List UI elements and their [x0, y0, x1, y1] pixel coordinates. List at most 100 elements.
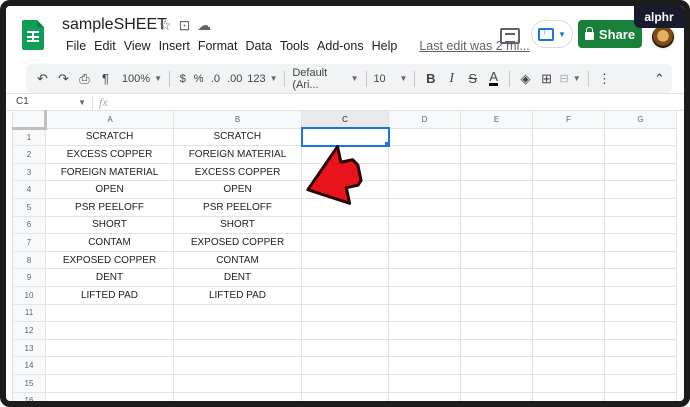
cell-c14[interactable]: [301, 356, 389, 375]
cell-d14[interactable]: [388, 356, 461, 375]
cell-e1[interactable]: [460, 127, 533, 147]
cell-d15[interactable]: [388, 373, 461, 393]
row-header[interactable]: 3: [12, 162, 46, 182]
sheets-logo-icon[interactable]: [22, 20, 44, 50]
more-options-icon[interactable]: ⋮: [596, 68, 613, 90]
cell-c16[interactable]: [301, 391, 389, 401]
cell-g6[interactable]: [604, 215, 677, 235]
cell-d12[interactable]: [388, 321, 461, 340]
fill-color-icon[interactable]: ◈: [517, 68, 534, 90]
cell-a5[interactable]: PSR PEELOFF: [45, 197, 174, 217]
cell-e9[interactable]: [460, 268, 533, 287]
cell-g8[interactable]: [604, 250, 677, 270]
row-header[interactable]: 14: [12, 356, 46, 375]
zoom-select[interactable]: 100% ▼: [122, 68, 162, 90]
decrease-decimal-button[interactable]: .0: [209, 68, 223, 90]
cell-f15[interactable]: [532, 373, 605, 393]
cell-d3[interactable]: [388, 162, 461, 182]
cell-e7[interactable]: [460, 233, 533, 252]
menu-tools[interactable]: Tools: [276, 39, 313, 53]
cell-g1[interactable]: [604, 127, 677, 147]
cell-d10[interactable]: [388, 285, 461, 305]
cell-f1[interactable]: [532, 127, 605, 147]
cell-a14[interactable]: [45, 356, 174, 375]
redo-icon[interactable]: ↷: [55, 68, 72, 90]
column-header-c[interactable]: C: [301, 110, 389, 129]
cell-e13[interactable]: [460, 338, 533, 358]
cell-b16[interactable]: [173, 391, 302, 401]
cell-a2[interactable]: EXCESS COPPER: [45, 145, 174, 164]
cell-f11[interactable]: [532, 303, 605, 323]
collapse-toolbar-icon[interactable]: ⌃: [651, 68, 668, 90]
cell-d13[interactable]: [388, 338, 461, 358]
cell-g11[interactable]: [604, 303, 677, 323]
cell-f9[interactable]: [532, 268, 605, 287]
print-icon[interactable]: ⎙: [76, 68, 93, 90]
move-folder-icon[interactable]: ⊡: [179, 17, 191, 34]
cell-a4[interactable]: OPEN: [45, 180, 174, 199]
row-header[interactable]: 5: [12, 197, 46, 217]
column-header-b[interactable]: B: [173, 110, 302, 129]
row-header[interactable]: 9: [12, 268, 46, 287]
menu-data[interactable]: Data: [241, 39, 275, 53]
row-header[interactable]: 16: [12, 391, 46, 401]
strikethrough-button[interactable]: S: [464, 68, 481, 90]
row-header[interactable]: 4: [12, 180, 46, 199]
increase-decimal-button[interactable]: .00: [226, 68, 243, 90]
cell-a12[interactable]: [45, 321, 174, 340]
cell-e14[interactable]: [460, 356, 533, 375]
italic-button[interactable]: I: [443, 68, 460, 90]
cell-b13[interactable]: [173, 338, 302, 358]
cell-b12[interactable]: [173, 321, 302, 340]
cell-f12[interactable]: [532, 321, 605, 340]
menu-insert[interactable]: Insert: [155, 39, 194, 53]
cell-b3[interactable]: EXCESS COPPER: [173, 162, 302, 182]
cloud-status-icon[interactable]: ☁: [197, 17, 211, 34]
cell-a7[interactable]: CONTAM: [45, 233, 174, 252]
cell-a15[interactable]: [45, 373, 174, 393]
menu-addons[interactable]: Add-ons: [313, 39, 368, 53]
comment-history-icon[interactable]: [500, 28, 520, 44]
cell-e11[interactable]: [460, 303, 533, 323]
cell-e10[interactable]: [460, 285, 533, 305]
cell-a9[interactable]: DENT: [45, 268, 174, 287]
text-color-button[interactable]: A: [485, 68, 502, 90]
cell-b14[interactable]: [173, 356, 302, 375]
cell-c8[interactable]: [301, 250, 389, 270]
cell-b6[interactable]: SHORT: [173, 215, 302, 235]
cell-d1[interactable]: [388, 127, 461, 147]
cell-b1[interactable]: SCRATCH: [173, 127, 302, 147]
cell-a8[interactable]: EXPOSED COPPER: [45, 250, 174, 270]
cell-g14[interactable]: [604, 356, 677, 375]
row-header[interactable]: 8: [12, 250, 46, 270]
cell-f10[interactable]: [532, 285, 605, 305]
cell-a6[interactable]: SHORT: [45, 215, 174, 235]
column-header-e[interactable]: E: [460, 110, 533, 129]
cell-c9[interactable]: [301, 268, 389, 287]
cell-d16[interactable]: [388, 391, 461, 401]
cell-c10[interactable]: [301, 285, 389, 305]
share-button[interactable]: Share: [578, 20, 642, 48]
row-header[interactable]: 11: [12, 303, 46, 323]
cell-f3[interactable]: [532, 162, 605, 182]
cell-d6[interactable]: [388, 215, 461, 235]
name-box[interactable]: C1 ▼: [16, 96, 86, 107]
cell-b11[interactable]: [173, 303, 302, 323]
cell-e4[interactable]: [460, 180, 533, 199]
column-header-d[interactable]: D: [388, 110, 461, 129]
bold-button[interactable]: B: [422, 68, 439, 90]
row-header[interactable]: 7: [12, 233, 46, 252]
cell-f8[interactable]: [532, 250, 605, 270]
cell-e2[interactable]: [460, 145, 533, 164]
cell-f5[interactable]: [532, 197, 605, 217]
cell-f6[interactable]: [532, 215, 605, 235]
cell-c6[interactable]: [301, 215, 389, 235]
cell-e6[interactable]: [460, 215, 533, 235]
column-header-g[interactable]: G: [604, 110, 677, 129]
cell-c12[interactable]: [301, 321, 389, 340]
cell-b10[interactable]: LIFTED PAD: [173, 285, 302, 305]
cell-f2[interactable]: [532, 145, 605, 164]
cell-a13[interactable]: [45, 338, 174, 358]
cell-a16[interactable]: [45, 391, 174, 401]
cell-d2[interactable]: [388, 145, 461, 164]
